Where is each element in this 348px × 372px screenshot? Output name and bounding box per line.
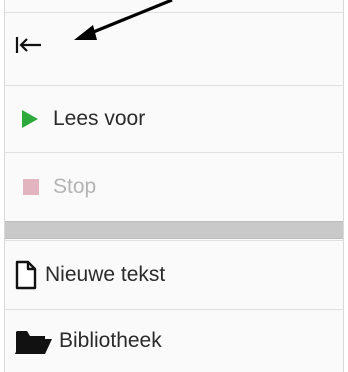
stop-label: Stop bbox=[53, 174, 97, 198]
folder-open-icon bbox=[15, 326, 53, 356]
play-icon bbox=[21, 109, 39, 129]
library-button[interactable]: Bibliotheek bbox=[5, 309, 343, 372]
read-aloud-button[interactable]: Lees voor bbox=[5, 85, 343, 151]
menu-divider bbox=[5, 221, 343, 239]
stop-icon bbox=[23, 178, 39, 195]
new-document-icon bbox=[15, 260, 37, 290]
library-label: Bibliotheek bbox=[59, 329, 162, 352]
new-text-label: Nieuwe tekst bbox=[45, 262, 166, 286]
collapse-left-icon bbox=[15, 35, 43, 55]
stop-button[interactable]: Stop bbox=[5, 152, 343, 220]
side-menu: Lees voor Stop Nieuwe tekst Bibliotheek bbox=[4, 0, 344, 372]
new-text-button[interactable]: Nieuwe tekst bbox=[5, 240, 343, 308]
read-aloud-label: Lees voor bbox=[53, 106, 146, 130]
pointer-arrow-icon bbox=[74, 0, 173, 40]
